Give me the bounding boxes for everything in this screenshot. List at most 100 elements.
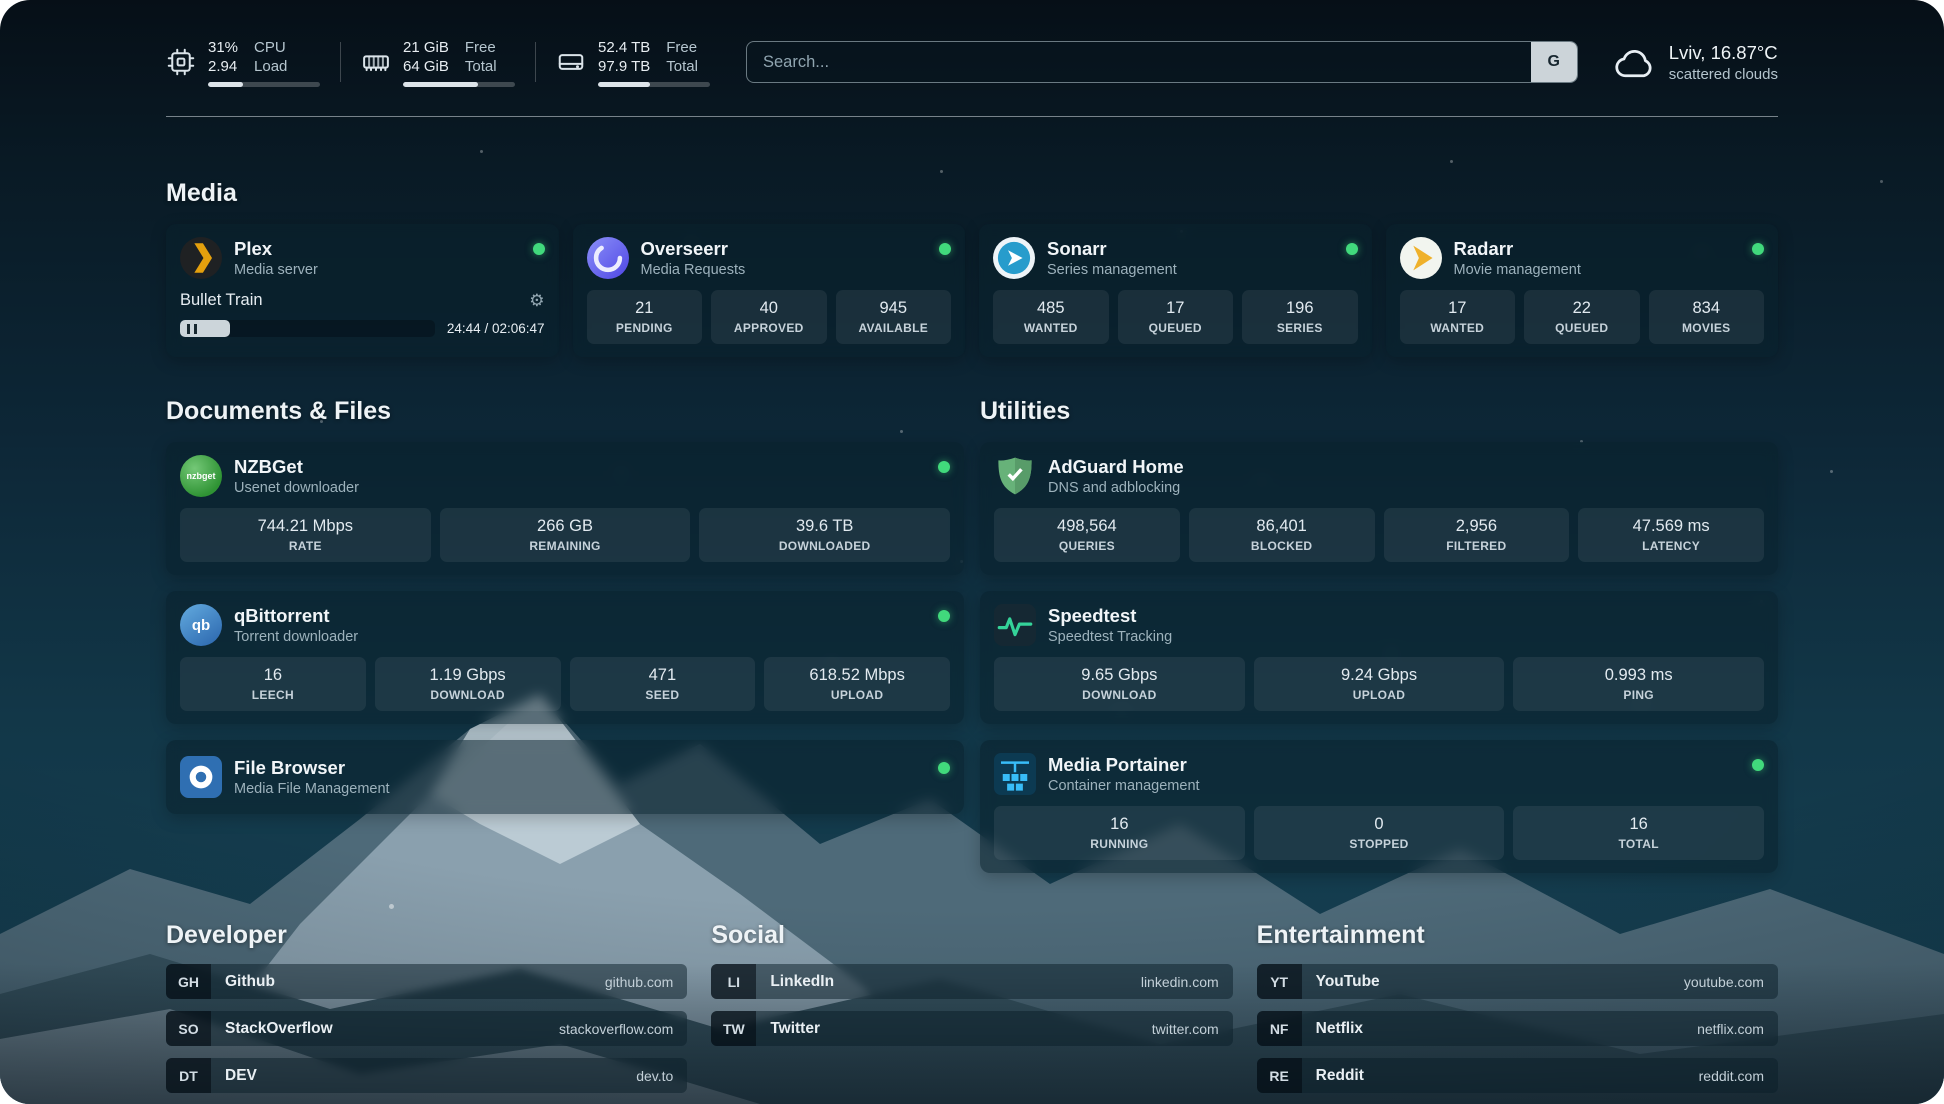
netflix-icon: NF	[1257, 1011, 1302, 1046]
service-name: qBittorrent	[234, 605, 358, 627]
stat-blocked: 86,401 BLOCKED	[1189, 508, 1375, 562]
weather-location: Lviv, 16.87°C	[1669, 42, 1778, 64]
stat-running: 16 RUNNING	[994, 806, 1245, 860]
divider	[535, 42, 536, 82]
service-card-plex[interactable]: Plex Media server Bullet Train ⚙	[166, 224, 559, 357]
status-dot-online	[939, 243, 951, 255]
weather-condition: scattered clouds	[1669, 66, 1778, 83]
service-card-adguard[interactable]: AdGuard Home DNS and adblocking 498,564 …	[980, 442, 1778, 575]
stat-seed: 471 SEED	[570, 657, 756, 711]
search-input[interactable]	[747, 42, 1531, 82]
disk-icon	[556, 47, 586, 77]
service-name: Overseerr	[641, 238, 746, 260]
overseerr-icon	[587, 237, 629, 279]
bookmark-linkedin[interactable]: LI LinkedIn linkedin.com	[711, 964, 1232, 999]
service-card-speedtest[interactable]: Speedtest Speedtest Tracking 9.65 Gbps D…	[980, 591, 1778, 724]
service-name: Radarr	[1454, 238, 1581, 260]
stat-downloaded: 39.6 TB DOWNLOADED	[699, 508, 950, 562]
service-subtitle: Usenet downloader	[234, 480, 359, 496]
bookmark-github[interactable]: GH Github github.com	[166, 964, 687, 999]
section-title-social: Social	[711, 921, 1232, 950]
service-card-sonarr[interactable]: Sonarr Series management 485 WANTED 17 Q…	[979, 224, 1372, 357]
cpu-label: CPU	[254, 38, 287, 58]
service-subtitle: Movie management	[1454, 262, 1581, 278]
bookmark-reddit[interactable]: RE Reddit reddit.com	[1257, 1058, 1778, 1093]
service-name: Sonarr	[1047, 238, 1177, 260]
twitter-icon: TW	[711, 1011, 756, 1046]
bookmark-twitter[interactable]: TW Twitter twitter.com	[711, 1011, 1232, 1046]
stat-upload: 618.52 Mbps UPLOAD	[764, 657, 950, 711]
service-subtitle: Torrent downloader	[234, 629, 358, 645]
adguard-icon	[994, 455, 1036, 497]
bookmark-youtube[interactable]: YT YouTube youtube.com	[1257, 964, 1778, 999]
stackoverflow-icon: SO	[166, 1011, 211, 1046]
service-subtitle: Media server	[234, 262, 318, 278]
service-name: NZBGet	[234, 456, 359, 478]
memory-total-label: Total	[465, 57, 497, 77]
stat-available: 945 AVAILABLE	[836, 290, 952, 344]
radarr-icon	[1400, 237, 1442, 279]
stat-movies: 834 MOVIES	[1649, 290, 1765, 344]
search-engine-button[interactable]: G	[1531, 42, 1577, 82]
cpu-usage-percent: 31%	[208, 38, 238, 58]
stat-pending: 21 PENDING	[587, 290, 703, 344]
service-subtitle: Media File Management	[234, 781, 390, 797]
status-dot-online	[533, 243, 545, 255]
plex-player-bar: 24:44 / 02:06:47	[180, 320, 545, 337]
weather-widget: Lviv, 16.87°C scattered clouds	[1614, 42, 1778, 83]
memory-total-value: 64 GiB	[403, 57, 449, 77]
bookmark-dev[interactable]: DT DEV dev.to	[166, 1058, 687, 1093]
linkedin-icon: LI	[711, 964, 756, 999]
status-dot-online	[938, 762, 950, 774]
stat-queued: 17 QUEUED	[1118, 290, 1234, 344]
memory-icon	[361, 47, 391, 77]
memory-progress-bar	[403, 82, 515, 87]
service-card-portainer[interactable]: Media Portainer Container management 16 …	[980, 740, 1778, 873]
stat-queries: 498,564 QUERIES	[994, 508, 1180, 562]
service-card-overseerr[interactable]: Overseerr Media Requests 21 PENDING 40 A…	[573, 224, 966, 357]
bookmark-stackoverflow[interactable]: SO StackOverflow stackoverflow.com	[166, 1011, 687, 1046]
stat-series: 196 SERIES	[1242, 290, 1358, 344]
stat-wanted: 17 WANTED	[1400, 290, 1516, 344]
bookmark-netflix[interactable]: NF Netflix netflix.com	[1257, 1011, 1778, 1046]
service-subtitle: Container management	[1048, 778, 1200, 794]
youtube-icon: YT	[1257, 964, 1302, 999]
section-title-entertainment: Entertainment	[1257, 921, 1778, 950]
filebrowser-icon	[180, 756, 222, 798]
service-card-filebrowser[interactable]: File Browser Media File Management	[166, 740, 964, 814]
section-title-developer: Developer	[166, 921, 687, 950]
pause-icon[interactable]	[187, 324, 197, 334]
bookmark-group-developer: Developer GH Github github.com SO StackO…	[166, 921, 687, 1093]
speedtest-icon	[994, 604, 1036, 646]
bookmark-group-entertainment: Entertainment YT YouTube youtube.com NF …	[1257, 921, 1778, 1093]
snow-specks	[0, 0, 3, 3]
cpu-load-average: 2.94	[208, 57, 238, 77]
topbar-divider	[166, 116, 1778, 117]
service-card-nzbget[interactable]: nzbget NZBGet Usenet downloader 744.21 M…	[166, 442, 964, 575]
cpu-load-label: Load	[254, 57, 287, 77]
status-dot-online	[938, 461, 950, 473]
service-card-qbittorrent[interactable]: qb qBittorrent Torrent downloader 16 LEE…	[166, 591, 964, 724]
seek-bar[interactable]	[180, 320, 435, 337]
settings-gear-icon[interactable]: ⚙	[529, 292, 544, 309]
service-name: Plex	[234, 238, 318, 260]
service-card-radarr[interactable]: Radarr Movie management 17 WANTED 22 QUE…	[1386, 224, 1779, 357]
disk-widget: 52.4 TB 97.9 TB Free Total	[556, 38, 710, 87]
portainer-icon	[994, 753, 1036, 795]
stat-download: 1.19 Gbps DOWNLOAD	[375, 657, 561, 711]
section-utilities: Utilities AdGuard Home	[980, 397, 1778, 873]
disk-free-value: 52.4 TB	[598, 38, 650, 58]
disk-progress-bar	[598, 82, 710, 87]
playback-time: 24:44 / 02:06:47	[447, 321, 545, 336]
cpu-widget: 31% 2.94 CPU Load	[166, 38, 320, 87]
disk-total-value: 97.9 TB	[598, 57, 650, 77]
cpu-icon	[166, 47, 196, 77]
search-bar: G	[746, 41, 1578, 83]
section-title-documents: Documents & Files	[166, 397, 964, 426]
github-icon: GH	[166, 964, 211, 999]
stat-wanted: 485 WANTED	[993, 290, 1109, 344]
stat-latency: 47.569 ms LATENCY	[1578, 508, 1764, 562]
status-dot-online	[1346, 243, 1358, 255]
cloud-icon	[1614, 45, 1656, 79]
stat-queued: 22 QUEUED	[1524, 290, 1640, 344]
